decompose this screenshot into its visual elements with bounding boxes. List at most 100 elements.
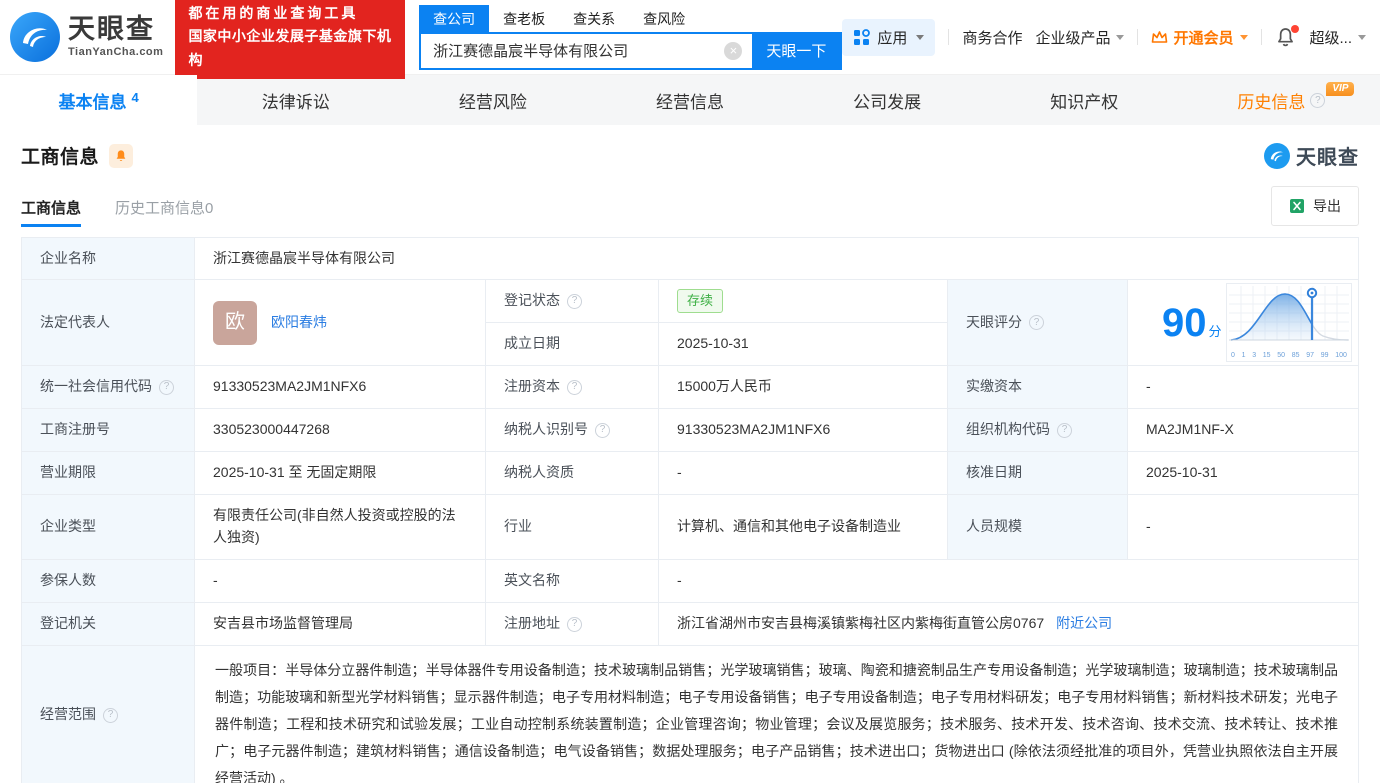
help-icon[interactable] (567, 616, 582, 632)
bell-icon (116, 149, 126, 161)
slogan-line2: 国家中小企业发展子基金旗下机构 (188, 28, 392, 68)
business-scope-value: 一般项目：半导体分立器件制造；半导体器件专用设备制造；技术玻璃制品销售；光学玻璃… (195, 646, 1358, 783)
business-scope-label: 经营范围 (22, 646, 195, 783)
enterprise-products-link[interactable]: 企业级产品 (1035, 27, 1125, 48)
subtab-history-business-info[interactable]: 历史工商信息0 (115, 197, 213, 218)
search-button[interactable]: 天眼一下 (752, 33, 841, 68)
search-input[interactable] (421, 33, 725, 68)
score-label: 天眼评分 (948, 280, 1128, 366)
excel-icon (1290, 199, 1304, 213)
chevron-down-icon (1358, 34, 1366, 40)
score-value: 90 (1162, 300, 1207, 345)
reg-status-label-text: 登记状态 (504, 292, 560, 309)
chart-tick: 0 (1231, 351, 1235, 359)
company-name-value: 浙江赛德晶宸半导体有限公司 (195, 238, 1358, 280)
search-tab-relation[interactable]: 查关系 (559, 5, 629, 32)
watermark-text: 天眼查 (1296, 147, 1359, 169)
search-tab-boss[interactable]: 查老板 (489, 5, 559, 32)
divider (1261, 29, 1263, 45)
company-type-label: 企业类型 (22, 495, 195, 560)
credit-code-value: 91330523MA2JM1NFX6 (195, 366, 486, 409)
search-tab-risk[interactable]: 查风险 (629, 5, 699, 32)
vip-badge: VIP (1326, 82, 1355, 96)
chevron-down-icon (916, 34, 925, 40)
export-button[interactable]: 导出 (1271, 186, 1359, 226)
slogan-line1: 都在用的商业查询工具 (188, 5, 359, 22)
enterprise-products-label: 企业级产品 (1035, 29, 1111, 47)
slogan-banner: 都在用的商业查询工具 国家中小企业发展子基金旗下机构 (175, 0, 406, 79)
tianyancha-logo[interactable]: 天眼查 TianYanCha.com (10, 12, 163, 62)
business-scope-label-text: 经营范围 (40, 706, 96, 723)
reg-capital-label-text: 注册资本 (504, 378, 560, 395)
tab-risk[interactable]: 经营风险 (394, 75, 591, 125)
help-icon[interactable] (567, 293, 582, 309)
tab-ip[interactable]: 知识产权 (986, 75, 1183, 125)
super-vip-menu[interactable]: 超级... (1309, 27, 1366, 48)
legal-rep-link[interactable]: 欧阳春炜 (271, 312, 327, 334)
search-tab-company[interactable]: 查公司 (419, 4, 490, 32)
help-icon[interactable] (1057, 422, 1072, 438)
chevron-down-icon (1116, 34, 1125, 40)
reg-capital-value: 15000万人民币 (659, 366, 948, 409)
tab-basic-info[interactable]: 基本信息 4 (0, 75, 198, 125)
establish-date-label: 成立日期 (486, 323, 659, 366)
crown-icon (1152, 30, 1168, 43)
status-badge: 存续 (677, 289, 724, 313)
staff-size-label: 人员规模 (948, 495, 1128, 560)
reg-status-label: 登记状态 (486, 280, 659, 323)
notifications-button[interactable] (1275, 24, 1300, 48)
apps-grid-icon (854, 28, 871, 45)
reg-address-text: 浙江省湖州市安吉县梅溪镇紫梅社区内紫梅街直管公房0767 (677, 615, 1045, 632)
help-icon[interactable] (1029, 315, 1044, 330)
help-icon[interactable] (1310, 92, 1326, 108)
tab-operation[interactable]: 经营信息 (591, 75, 788, 125)
chart-tick: 99 (1320, 351, 1329, 359)
score-distribution-chart[interactable]: 0 1 3 15 50 85 97 99 100 (1226, 283, 1352, 362)
reg-authority-value: 安吉县市场监督管理局 (195, 603, 486, 646)
reg-authority-label: 登记机关 (22, 603, 195, 646)
main-content: 工商信息 天眼查 工商信息 历史工商信息0 导出 企业名称 浙江赛德晶宸半导体有… (0, 125, 1380, 783)
help-icon[interactable] (103, 707, 118, 723)
chart-tick: 1 (1241, 351, 1246, 359)
header-menu: 应用 商务合作 企业级产品 开通会员 超级... (842, 18, 1366, 56)
business-info-table: 企业名称 浙江赛德晶宸半导体有限公司 法定代表人 欧 欧阳春炜 登记状态 存续 … (21, 237, 1359, 783)
taxpayer-quality-value: - (659, 452, 948, 495)
reg-number-label: 工商注册号 (22, 409, 195, 452)
english-name-label: 英文名称 (486, 560, 659, 603)
search-box: 天眼一下 (419, 31, 843, 70)
score-unit: 分 (1208, 323, 1222, 339)
help-icon[interactable] (567, 379, 582, 395)
english-name-value: - (659, 560, 1358, 603)
help-icon[interactable] (595, 422, 610, 438)
tab-history-label: 历史信息 (1237, 92, 1306, 112)
clear-search-icon[interactable] (724, 41, 743, 60)
tab-history[interactable]: VIP 历史信息 (1183, 75, 1380, 125)
super-vip-label: 超级... (1309, 29, 1352, 47)
taxpayer-id-label: 纳税人识别号 (486, 409, 659, 452)
reg-status-value: 存续 (659, 280, 948, 323)
company-name-label: 企业名称 (22, 238, 195, 280)
search-tabs: 查公司 查老板 查关系 查风险 (419, 4, 842, 32)
legal-rep-avatar[interactable]: 欧 (213, 300, 257, 345)
company-type-value: 有限责任公司(非自然人投资或控股的法人独资) (195, 495, 486, 560)
open-vip-button[interactable]: 开通会员 (1151, 27, 1249, 48)
org-code-value: MA2JM1NF-X (1128, 409, 1358, 452)
reg-number-value: 330523000447268 (195, 409, 486, 452)
tab-development[interactable]: 公司发展 (789, 75, 986, 125)
apps-button[interactable]: 应用 (842, 18, 936, 56)
help-icon[interactable] (159, 379, 174, 395)
org-code-label-text: 组织机构代码 (966, 421, 1050, 438)
open-vip-label: 开通会员 (1173, 29, 1234, 47)
tianyancha-logo-icon (10, 12, 60, 62)
monitor-bell-button[interactable] (109, 143, 134, 168)
subtab-business-info[interactable]: 工商信息 (21, 197, 82, 227)
tab-basic-info-label: 基本信息 (58, 92, 127, 112)
credit-code-label-text: 统一社会信用代码 (40, 378, 152, 395)
approval-date-label: 核准日期 (948, 452, 1128, 495)
establish-date-value: 2025-10-31 (659, 323, 948, 366)
cooperation-link[interactable]: 商务合作 (962, 27, 1022, 48)
nearby-companies-link[interactable]: 附近公司 (1056, 613, 1112, 635)
credit-code-label: 统一社会信用代码 (22, 366, 195, 409)
reg-address-label: 注册地址 (486, 603, 659, 646)
tab-legal[interactable]: 法律诉讼 (197, 75, 394, 125)
